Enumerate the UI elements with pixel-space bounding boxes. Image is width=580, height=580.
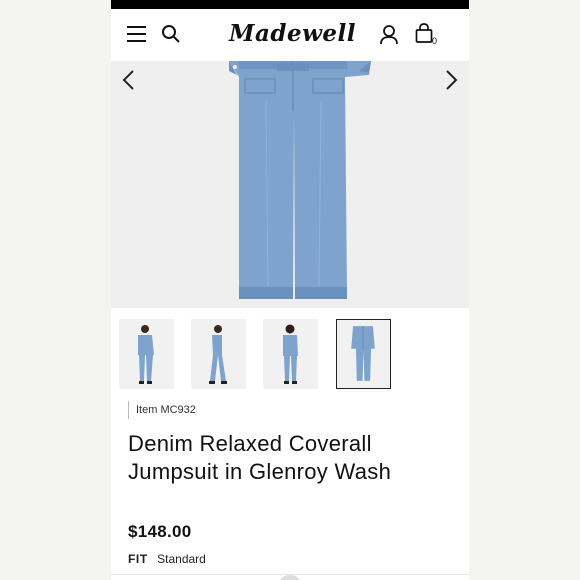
product-title: Denim Relaxed Coverall Jumpsuit in Glenr… <box>128 430 448 486</box>
shopping-bag-button[interactable]: 0 <box>415 23 441 47</box>
scroll-handle[interactable] <box>279 575 301 580</box>
thumbnail-image <box>119 319 174 389</box>
thumbnail-image <box>191 319 246 389</box>
menu-icon <box>127 26 146 42</box>
fit-value: Standard <box>157 552 206 566</box>
fit-info: FIT Standard <box>128 552 206 566</box>
mobile-page: Madewell 0 Item MC932 Denim Relaxed Cove… <box>111 0 469 580</box>
menu-button[interactable] <box>127 25 147 43</box>
thumbnail-image <box>337 320 389 387</box>
search-icon <box>162 25 180 43</box>
thumbnail-strip <box>111 308 469 398</box>
product-title-line-1: Denim Relaxed Coverall <box>128 431 372 456</box>
thumbnail-2[interactable] <box>191 319 246 389</box>
fit-label: FIT <box>128 552 148 566</box>
item-number: Item MC932 <box>128 401 196 419</box>
thumbnail-1[interactable] <box>119 319 174 389</box>
site-header: Madewell 0 <box>111 9 469 61</box>
thumbnail-4-selected[interactable] <box>336 319 391 389</box>
thumbnail-3[interactable] <box>263 319 318 389</box>
brand-logo[interactable]: Madewell <box>229 19 356 49</box>
bag-count-badge: 0 <box>432 36 438 46</box>
product-image-carousel[interactable] <box>111 61 469 308</box>
product-title-line-2: Jumpsuit in Glenroy Wash <box>128 459 392 484</box>
search-button[interactable] <box>161 24 181 44</box>
account-icon <box>380 25 398 45</box>
product-main-image <box>111 61 469 308</box>
chevron-left-icon <box>122 70 134 90</box>
chevron-right-icon <box>446 70 458 90</box>
account-button[interactable] <box>379 24 399 46</box>
status-bar <box>111 0 469 9</box>
thumbnail-image <box>263 319 318 389</box>
shopping-bag-icon <box>415 23 433 43</box>
next-image-button[interactable] <box>443 69 459 91</box>
product-price: $148.00 <box>128 522 192 541</box>
previous-image-button[interactable] <box>121 69 137 91</box>
